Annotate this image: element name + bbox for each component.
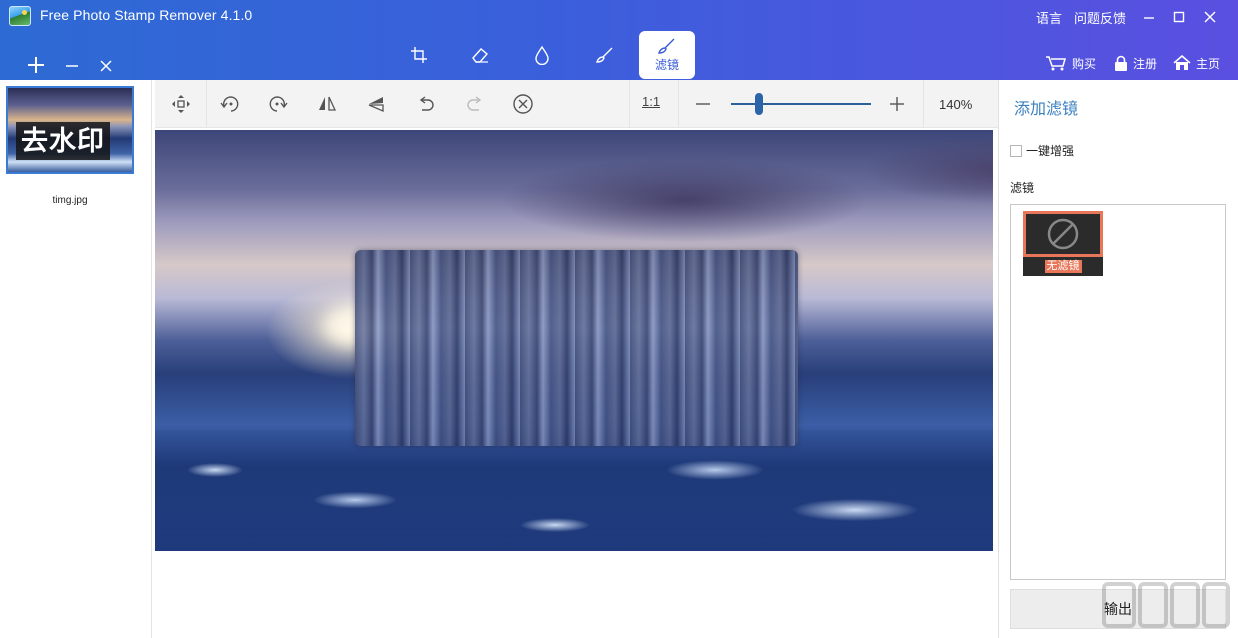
redo-icon — [467, 96, 482, 111]
zoom-out-button[interactable] — [691, 92, 715, 116]
actual-size-button[interactable]: 1:1 — [642, 94, 660, 109]
close-icon — [1204, 11, 1216, 23]
add-icon — [28, 57, 44, 73]
clear-button[interactable] — [510, 91, 536, 117]
undo-button[interactable] — [413, 91, 439, 117]
remove-file-button[interactable] — [61, 54, 83, 76]
filter-item-none[interactable]: 无滤镜 — [1023, 211, 1103, 276]
removed-watermark-area — [355, 250, 798, 446]
clear-icon — [513, 94, 533, 114]
tab-drop[interactable] — [514, 31, 570, 78]
minus-icon — [696, 103, 710, 105]
brush-icon — [596, 47, 613, 63]
close-window-button[interactable] — [1198, 6, 1222, 28]
filter-name: 无滤镜 — [1044, 260, 1082, 273]
home-label: 主页 — [1196, 56, 1221, 71]
none-icon — [1047, 218, 1079, 250]
wave-foam — [155, 430, 993, 551]
file-list-panel: 去水印 timg.jpg — [0, 80, 152, 638]
filter-name-bar: 无滤镜 — [1023, 257, 1103, 276]
drop-icon — [535, 45, 549, 65]
filter-brush-icon — [658, 38, 675, 54]
toolbar-divider — [206, 80, 207, 128]
undo-icon — [419, 96, 434, 111]
tab-filter-label: 滤镜 — [654, 57, 679, 72]
crop-icon — [411, 46, 427, 63]
register-label: 注册 — [1133, 56, 1158, 71]
language-link[interactable]: 语言 — [1036, 8, 1062, 27]
redo-button[interactable] — [462, 91, 488, 117]
flip-vertical-button[interactable] — [363, 91, 389, 117]
tab-filter[interactable]: 滤镜 — [639, 31, 695, 79]
auto-enhance-label: 一键增强 — [1026, 144, 1075, 158]
tab-crop[interactable] — [391, 31, 447, 78]
filter-section-label: 滤镜 — [1010, 181, 1035, 195]
flip-vertical-icon — [368, 97, 384, 112]
site-watermark-logo — [1102, 582, 1230, 628]
buy-button[interactable]: 购买 — [1045, 53, 1096, 73]
buy-label: 购买 — [1072, 56, 1097, 71]
thumbnail-watermark-text: 去水印 — [16, 122, 110, 160]
filter-thumbnail — [1023, 211, 1103, 257]
eraser-icon — [472, 47, 488, 63]
minimize-window-button[interactable] — [1137, 6, 1161, 28]
edit-toolbar: 1:1 140% — [155, 80, 998, 128]
tab-brush[interactable] — [577, 31, 633, 78]
toolbar-divider — [923, 80, 924, 128]
minimize-icon — [1144, 17, 1154, 19]
move-icon — [172, 95, 190, 113]
close-icon — [100, 60, 112, 72]
app-title: Free Photo Stamp Remover 4.1.0 — [40, 7, 253, 23]
app-logo-icon — [9, 6, 31, 26]
zoom-level: 140% — [939, 97, 973, 112]
auto-enhance-checkbox[interactable]: 一键增强 — [1010, 142, 1074, 159]
toolbar-divider — [678, 80, 679, 128]
filter-list: 无滤镜 — [1010, 204, 1226, 580]
maximize-window-button[interactable] — [1167, 6, 1191, 28]
feedback-link[interactable]: 问题反馈 — [1074, 8, 1126, 27]
edited-photo — [155, 130, 993, 551]
add-file-button[interactable] — [25, 54, 47, 76]
filter-panel: 添加滤镜 一键增强 滤镜 无滤镜 输出 — [998, 80, 1238, 638]
flip-horizontal-icon — [319, 96, 337, 111]
plus-icon — [890, 97, 904, 111]
rotate-right-button[interactable] — [265, 91, 291, 117]
checkbox-box[interactable] — [1010, 144, 1022, 157]
thumbnail-filename: timg.jpg — [52, 195, 88, 206]
rotate-left-button[interactable] — [217, 91, 243, 117]
panel-title: 添加滤镜 — [1014, 101, 1079, 118]
tab-eraser[interactable] — [452, 31, 508, 78]
move-button[interactable] — [168, 91, 194, 117]
maximize-icon — [1173, 11, 1185, 23]
clear-files-button[interactable] — [95, 54, 117, 76]
toolbar-divider — [629, 80, 630, 128]
home-icon — [1173, 55, 1191, 70]
register-button[interactable]: 注册 — [1114, 53, 1157, 73]
lock-icon — [1115, 55, 1127, 71]
zoom-in-button[interactable] — [885, 92, 909, 116]
home-button[interactable]: 主页 — [1173, 53, 1220, 73]
title-bar: Free Photo Stamp Remover 4.1.0 语言 问题反馈 滤… — [0, 0, 1238, 80]
rotate-right-icon — [269, 96, 288, 112]
minus-icon — [66, 65, 78, 67]
rotate-left-icon — [220, 96, 239, 112]
zoom-slider-handle[interactable] — [755, 93, 763, 115]
flip-horizontal-button[interactable] — [314, 91, 340, 117]
cart-icon — [1046, 56, 1066, 71]
image-canvas[interactable] — [155, 128, 998, 638]
image-thumbnail[interactable]: 去水印 — [6, 86, 134, 174]
zoom-slider-track[interactable] — [731, 103, 871, 105]
